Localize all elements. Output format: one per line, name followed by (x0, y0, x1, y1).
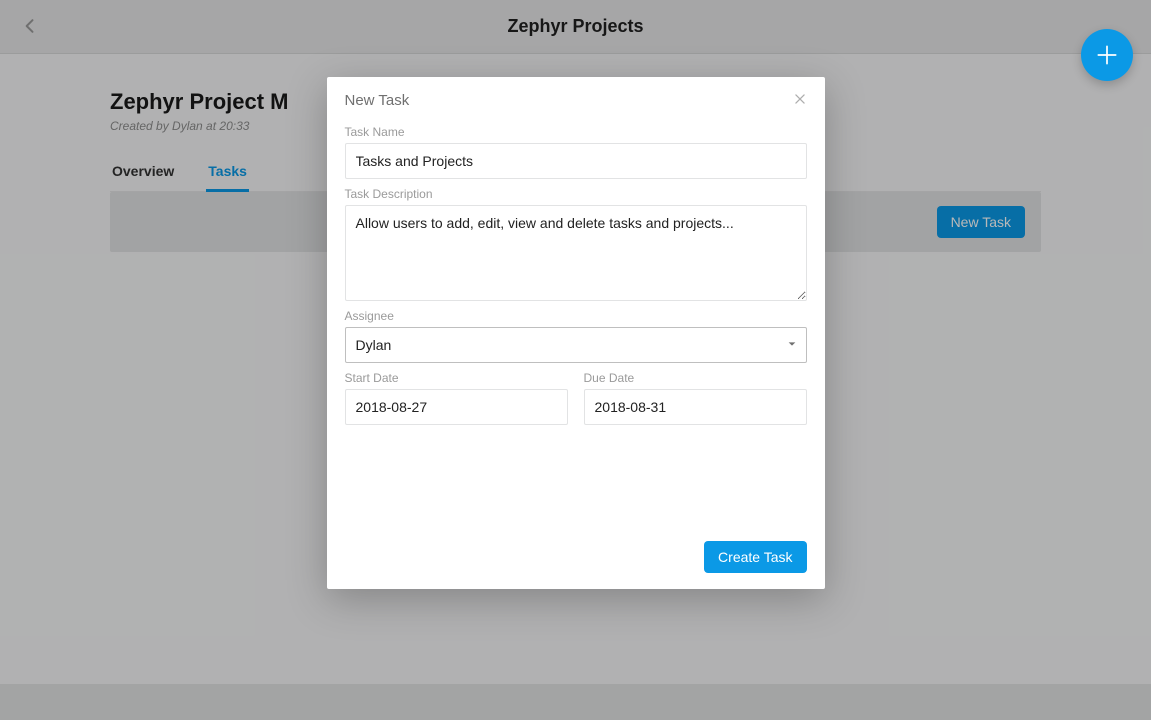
create-task-button[interactable]: Create Task (704, 541, 806, 573)
task-name-label: Task Name (345, 125, 807, 139)
new-task-modal: New Task Task Name Task Description Allo… (327, 77, 825, 589)
task-description-label: Task Description (345, 187, 807, 201)
plus-icon (1094, 42, 1120, 68)
modal-footer: Create Task (345, 541, 807, 573)
assignee-label: Assignee (345, 309, 807, 323)
task-description-input[interactable]: Allow users to add, edit, view and delet… (345, 205, 807, 301)
due-date-label: Due Date (584, 371, 807, 385)
assignee-select-wrap: Dylan (345, 327, 807, 363)
due-date-input[interactable] (584, 389, 807, 425)
task-name-input[interactable] (345, 143, 807, 179)
assignee-select[interactable]: Dylan (345, 327, 807, 363)
start-date-input[interactable] (345, 389, 568, 425)
close-button[interactable] (793, 91, 807, 109)
start-date-label: Start Date (345, 371, 568, 385)
date-row: Start Date Due Date (345, 363, 807, 425)
close-icon (793, 92, 807, 106)
modal-title: New Task (345, 92, 410, 109)
modal-header: New Task (345, 91, 807, 109)
fab-add-button[interactable] (1081, 29, 1133, 81)
